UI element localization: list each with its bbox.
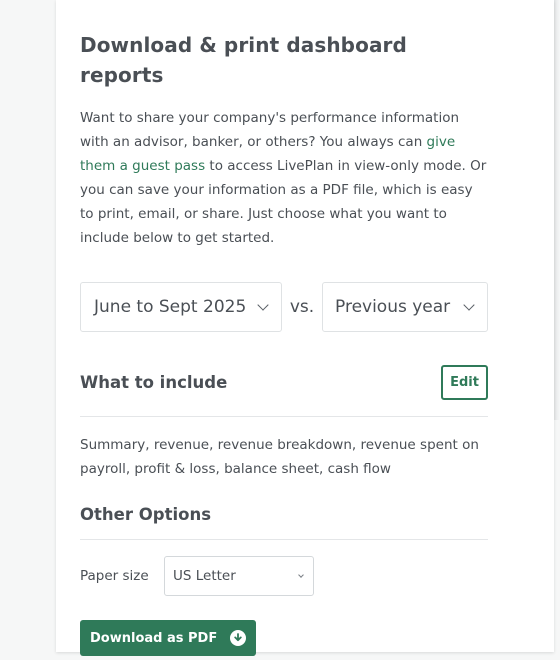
paper-size-select[interactable]: US Letter: [164, 556, 314, 596]
download-pdf-label: Download as PDF: [90, 630, 218, 646]
intro-text-before: Want to share your company's performance…: [80, 110, 460, 150]
options-divider: [80, 539, 488, 540]
comparison-value: Previous year: [335, 297, 451, 317]
other-options-heading: Other Options: [80, 504, 212, 524]
date-range-value: June to Sept 2025: [94, 297, 247, 317]
include-divider: [80, 416, 488, 417]
chevron-down-icon: [463, 298, 475, 311]
include-heading: What to include: [80, 372, 228, 392]
include-header: What to include Edit: [80, 364, 488, 400]
date-range-select[interactable]: June to Sept 2025: [80, 282, 282, 332]
intro-text: Want to share your company's performance…: [80, 106, 488, 250]
edit-include-button[interactable]: Edit: [441, 364, 488, 400]
other-options-header: Other Options: [80, 501, 488, 527]
page-title: Download & print dashboard reports: [80, 33, 407, 87]
report-panel: Download & print dashboard reports Want …: [56, 0, 554, 656]
scroll-edge-shadow: [554, 0, 560, 420]
include-summary: Summary, revenue, revenue breakdown, rev…: [80, 437, 479, 477]
period-selectors: June to Sept 2025 vs. Previous year: [80, 282, 488, 332]
comparison-select[interactable]: Previous year: [322, 282, 488, 332]
download-circle-icon: [230, 630, 246, 646]
chevron-down-icon: [257, 298, 269, 311]
paper-size-label: Paper size: [80, 568, 149, 584]
paper-size-row: Paper size US Letter: [80, 556, 488, 596]
chevron-down-icon: [298, 572, 304, 578]
paper-size-value: US Letter: [173, 568, 236, 584]
report-content: Download & print dashboard reports Want …: [80, 30, 488, 656]
vs-label: vs.: [289, 297, 315, 317]
download-pdf-button[interactable]: Download as PDF: [80, 620, 256, 656]
